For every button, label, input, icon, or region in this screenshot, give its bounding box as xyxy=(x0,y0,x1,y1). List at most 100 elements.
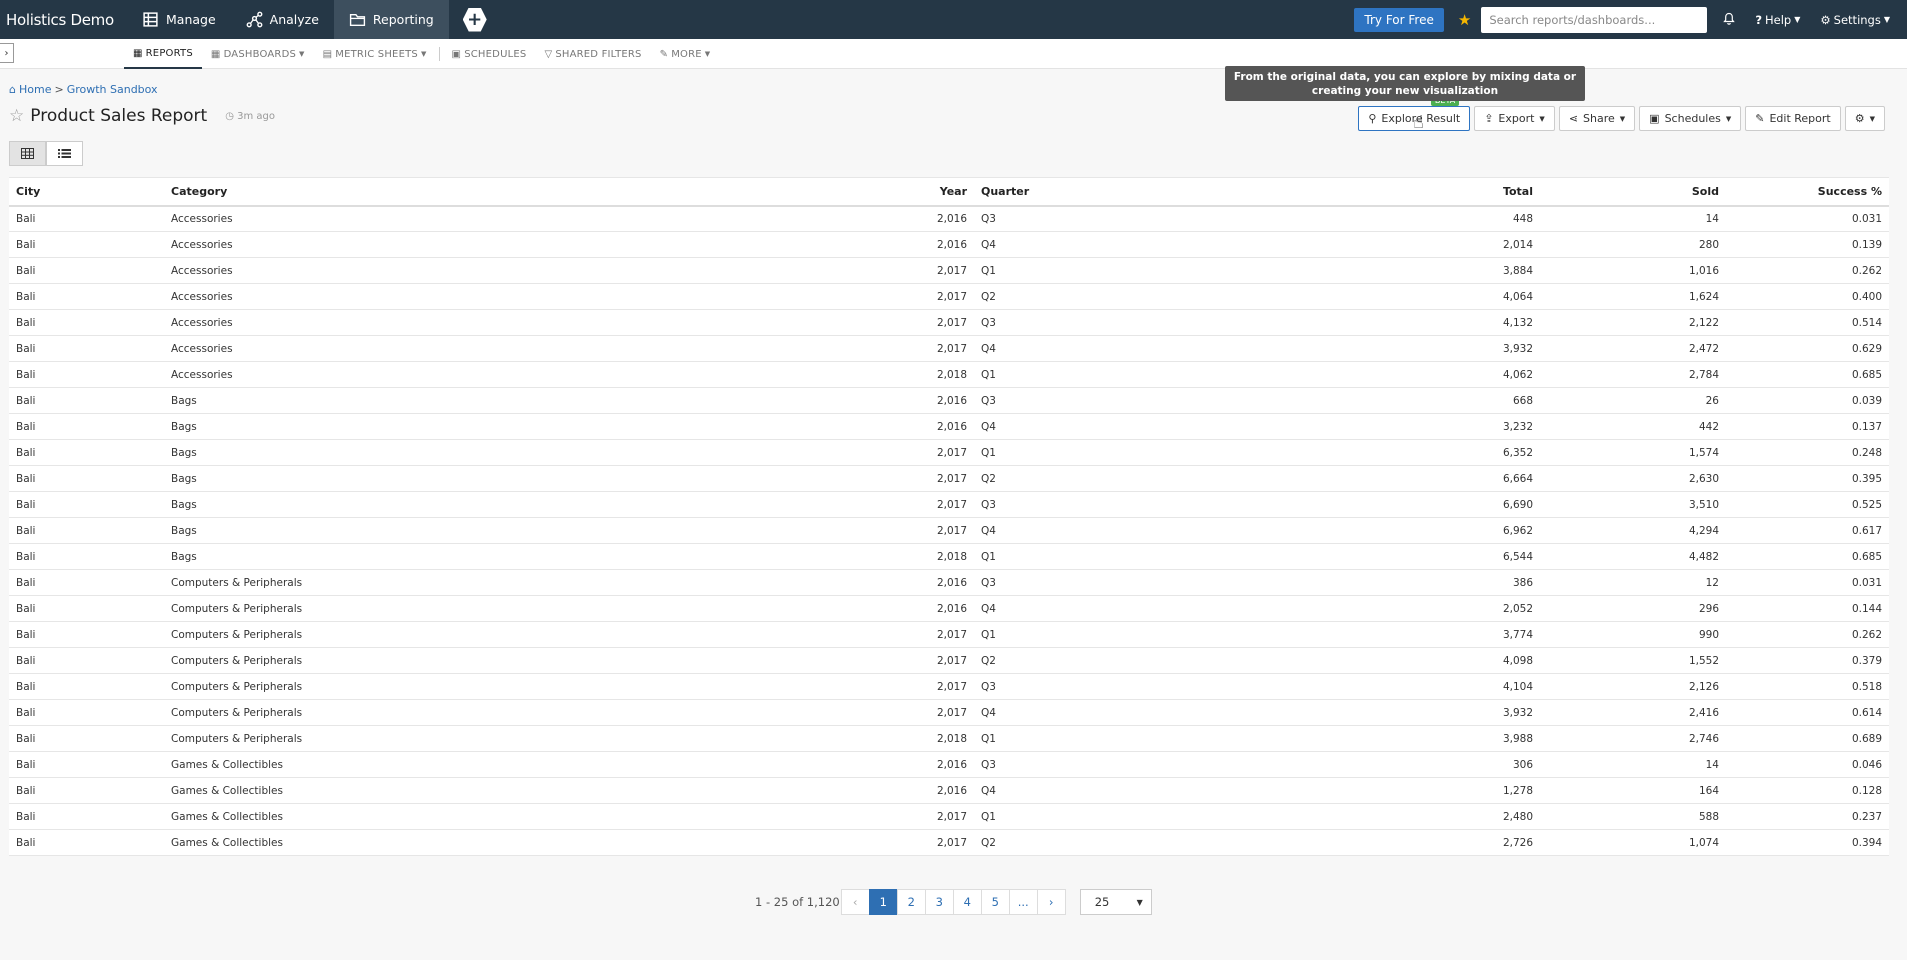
cell-success: 0.629 xyxy=(1726,335,1889,362)
cell-success: 0.262 xyxy=(1726,621,1889,648)
cell-sold: 14 xyxy=(1540,751,1726,778)
page-button-1[interactable]: 1 xyxy=(868,889,898,915)
cell-quarter: Q2 xyxy=(974,647,1354,674)
table-row: Bali Computers & Peripherals 2,018 Q1 3,988 2… xyxy=(9,725,1889,752)
subnav-metric-sheets[interactable]: ▤ METRIC SHEETS ▼ xyxy=(314,39,436,69)
cell-year: 2,017 xyxy=(924,335,974,362)
breadcrumb-folder[interactable]: Growth Sandbox xyxy=(67,83,158,96)
cell-year: 2,017 xyxy=(924,621,974,648)
cell-success: 0.144 xyxy=(1726,595,1889,622)
cell-total: 6,352 xyxy=(1354,439,1540,466)
nav-analyze[interactable]: Analyze xyxy=(231,0,334,39)
cell-success: 0.689 xyxy=(1726,725,1889,752)
cell-quarter: Q4 xyxy=(974,699,1354,726)
cell-quarter: Q4 xyxy=(974,777,1354,804)
cell-total: 6,962 xyxy=(1354,517,1540,544)
subnav-reports-label: REPORTS xyxy=(145,47,193,59)
cell-success: 0.395 xyxy=(1726,465,1889,492)
favorites-star-icon[interactable]: ★ xyxy=(1458,11,1471,29)
page-button-2[interactable]: 2 xyxy=(896,889,926,915)
subnav-more[interactable]: ✎ MORE ▼ xyxy=(651,39,720,69)
cell-category: Bags xyxy=(164,517,924,544)
list-view-button[interactable] xyxy=(46,141,83,166)
search-icon: ⚲ xyxy=(1368,112,1377,125)
cell-city: Bali xyxy=(9,309,164,336)
table-row: Bali Bags 2,016 Q3 668 26 0.039 xyxy=(9,387,1889,414)
cell-total: 448 xyxy=(1354,205,1540,232)
cell-city: Bali xyxy=(9,803,164,830)
brand-name[interactable]: Holistics Demo xyxy=(0,11,127,29)
cell-success: 0.685 xyxy=(1726,361,1889,388)
col-header-sold[interactable]: Sold xyxy=(1540,177,1726,207)
sidebar-expand-chevron-icon[interactable]: › xyxy=(0,43,14,63)
cell-year: 2,017 xyxy=(924,283,974,310)
edit-report-button[interactable]: ✎ Edit Report xyxy=(1745,106,1841,131)
help-menu[interactable]: ? Help ▼ xyxy=(1755,13,1800,27)
cell-city: Bali xyxy=(9,543,164,570)
schedules-button[interactable]: ▣ Schedules ▼ xyxy=(1639,106,1742,131)
cell-quarter: Q2 xyxy=(974,283,1354,310)
table-row: Bali Accessories 2,016 Q4 2,014 280 0.139 xyxy=(9,231,1889,258)
caret-down-icon: ▼ xyxy=(1794,15,1801,24)
table-row: Bali Computers & Peripherals 2,016 Q3 386 12 0… xyxy=(9,569,1889,596)
table-row: Bali Accessories 2,018 Q1 4,062 2,784 0.685 xyxy=(9,361,1889,388)
try-for-free-button[interactable]: Try For Free xyxy=(1354,7,1444,32)
page-button-3[interactable]: 3 xyxy=(924,889,954,915)
next-page-button[interactable]: › xyxy=(1036,889,1066,915)
pencil-icon: ✎ xyxy=(1755,112,1765,125)
col-header-city[interactable]: City xyxy=(9,177,164,207)
col-header-quarter[interactable]: Quarter xyxy=(974,177,1354,207)
search-input[interactable] xyxy=(1481,6,1708,33)
table-body: Bali Accessories 2,016 Q3 448 14 0.031 Bali Acce… xyxy=(9,205,1889,856)
cell-sold: 442 xyxy=(1540,413,1726,440)
schedules-label: Schedules xyxy=(1664,112,1721,125)
col-header-total[interactable]: Total xyxy=(1354,177,1540,207)
cell-city: Bali xyxy=(9,595,164,622)
share-button[interactable]: ⋖ Share ▼ xyxy=(1558,106,1636,131)
cell-category: Accessories xyxy=(164,283,924,310)
page-button-4[interactable]: 4 xyxy=(952,889,982,915)
prev-page-button[interactable]: ‹ xyxy=(840,889,870,915)
cell-category: Games & Collectibles xyxy=(164,803,924,830)
table-row: Bali Computers & Peripherals 2,017 Q1 3,774 9… xyxy=(9,621,1889,648)
cell-year: 2,018 xyxy=(924,361,974,388)
favorite-star-icon[interactable]: ☆ xyxy=(9,106,24,126)
gear-icon: ⚙ xyxy=(1854,112,1865,125)
subnav-divider xyxy=(438,47,440,61)
export-button[interactable]: ⇪ Export ▼ xyxy=(1474,106,1555,131)
caret-down-icon: ▼ xyxy=(1136,897,1143,907)
report-settings-button[interactable]: ⚙ ▼ xyxy=(1844,106,1885,131)
col-header-category[interactable]: Category xyxy=(164,177,924,207)
nav-reporting[interactable]: Reporting xyxy=(333,0,449,39)
add-new-icon[interactable]: + xyxy=(462,7,487,32)
cell-category: Accessories xyxy=(164,205,924,232)
table-row: Bali Bags 2,017 Q1 6,352 1,574 0.248 xyxy=(9,439,1889,466)
breadcrumb: ⌂ Home > Growth Sandbox xyxy=(9,83,158,96)
cell-sold: 990 xyxy=(1540,621,1726,648)
cell-year: 2,016 xyxy=(924,751,974,778)
subnav-reports[interactable]: ▦ REPORTS xyxy=(124,39,202,69)
page-size-select[interactable]: 25 ▼ xyxy=(1079,889,1152,915)
cell-sold: 2,122 xyxy=(1540,309,1726,336)
notification-bell-icon[interactable] xyxy=(1723,12,1736,28)
cell-sold: 1,624 xyxy=(1540,283,1726,310)
subnav-dashboards[interactable]: ▦ DASHBOARDS ▼ xyxy=(202,39,314,69)
breadcrumb-home[interactable]: Home xyxy=(19,83,51,96)
col-header-year[interactable]: Year xyxy=(924,177,974,207)
report-table-container: City Category Year Quarter Total Sold Su… xyxy=(9,177,1889,856)
subnav-schedules[interactable]: ▣ SCHEDULES xyxy=(443,39,536,69)
subnav-shared-filters[interactable]: ▽ SHARED FILTERS xyxy=(535,39,650,69)
cell-category: Computers & Peripherals xyxy=(164,699,924,726)
cell-success: 0.128 xyxy=(1726,777,1889,804)
cell-city: Bali xyxy=(9,673,164,700)
table-view-button[interactable] xyxy=(9,141,46,166)
cell-quarter: Q3 xyxy=(974,751,1354,778)
cell-sold: 14 xyxy=(1540,205,1726,232)
cell-sold: 2,126 xyxy=(1540,673,1726,700)
cell-sold: 280 xyxy=(1540,231,1726,258)
cell-sold: 164 xyxy=(1540,777,1726,804)
settings-menu[interactable]: ⚙ Settings ▼ xyxy=(1820,13,1890,27)
nav-manage[interactable]: Manage xyxy=(127,0,231,39)
page-button-5[interactable]: 5 xyxy=(980,889,1010,915)
col-header-success[interactable]: Success % xyxy=(1726,177,1889,207)
